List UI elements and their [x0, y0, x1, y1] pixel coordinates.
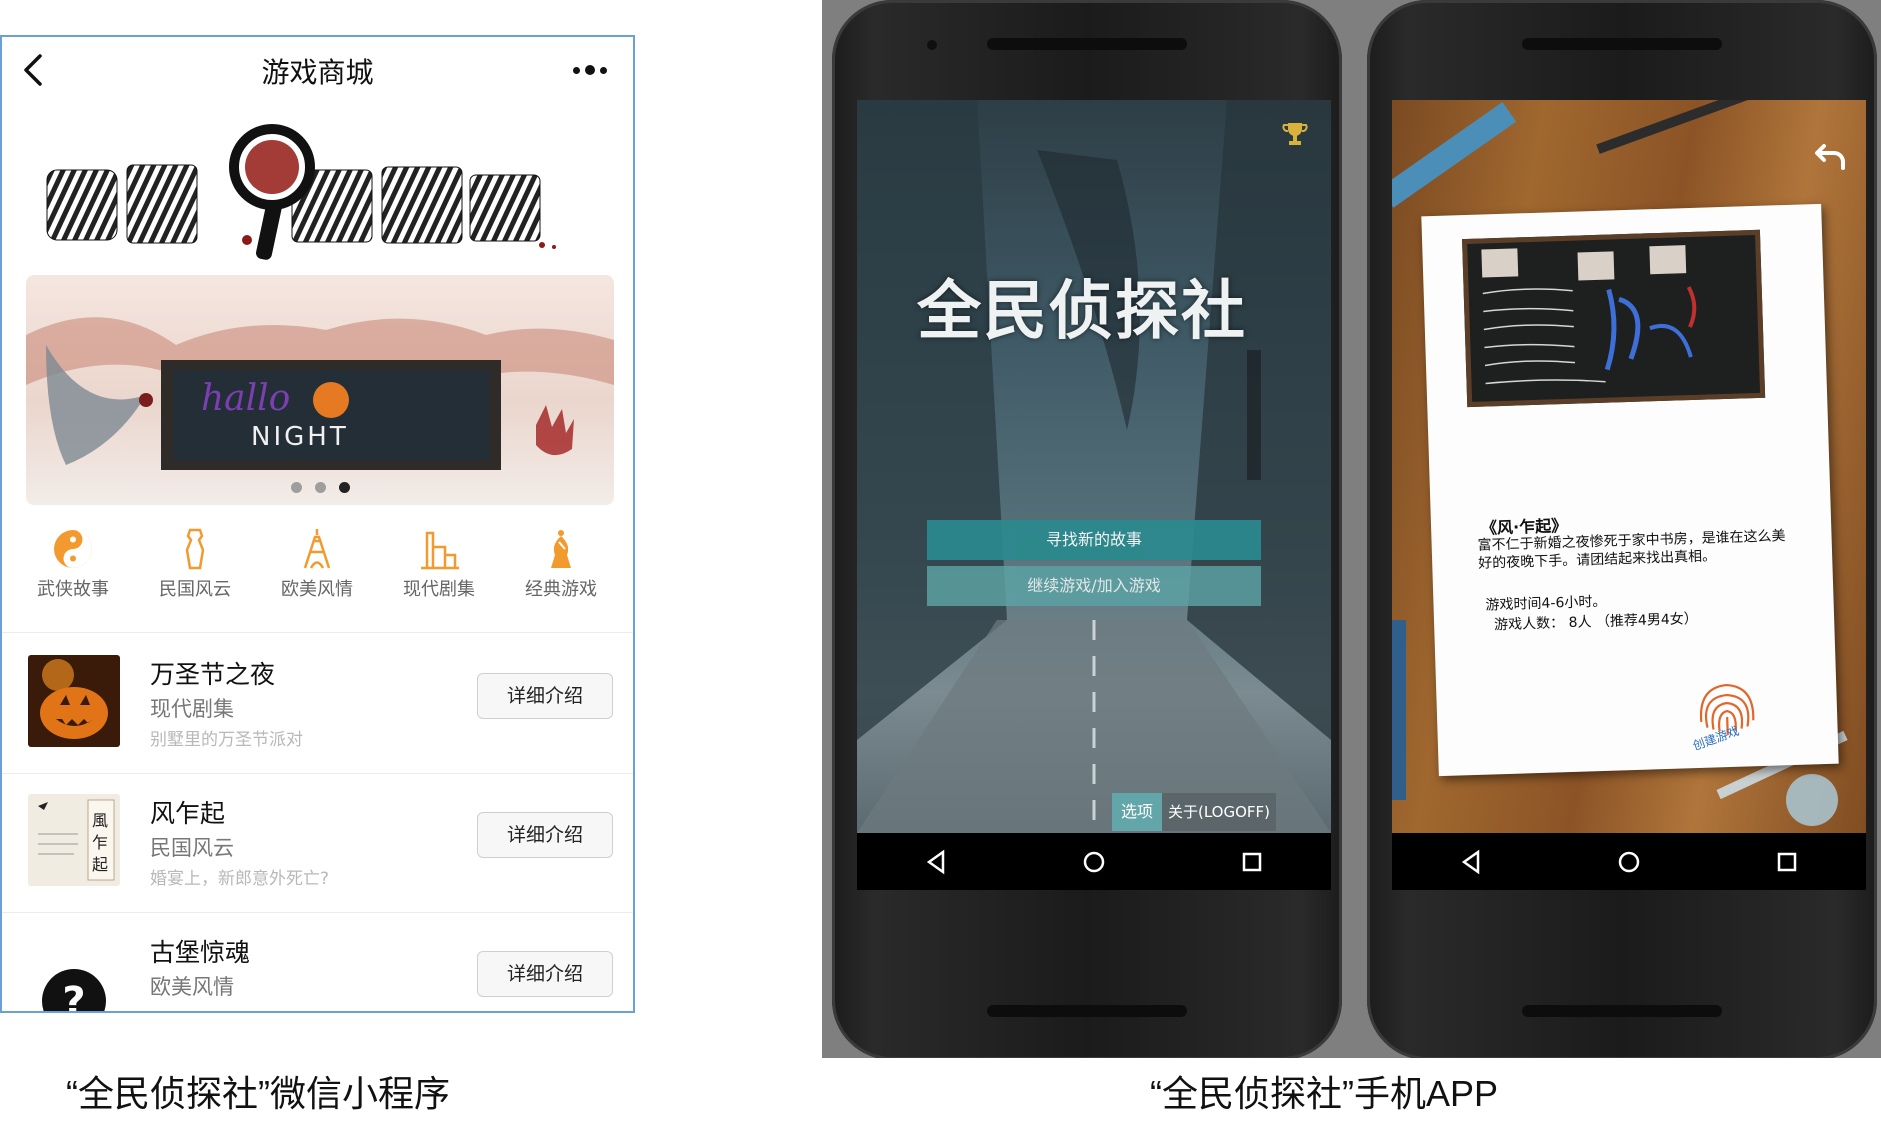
caption-wechat: “全民侦探社”微信小程序	[66, 1073, 450, 1114]
category-label: 欧美风情	[281, 579, 353, 600]
camera	[927, 40, 937, 50]
back-triangle-icon[interactable]	[1456, 847, 1486, 877]
recents-square-icon[interactable]	[1772, 847, 1802, 877]
game-name: 古堡惊魂	[150, 938, 251, 967]
halloween-banner-image: hallo NIGHT	[26, 317, 614, 470]
category-jingdian[interactable]: 经典游戏	[500, 527, 622, 617]
about-logoff-button[interactable]: 关于(LOGOFF)	[1162, 793, 1276, 831]
page-title: 游戏商城	[261, 56, 374, 89]
app-title: 全民侦探社	[917, 275, 1247, 349]
phone-story-screen: 《风·乍起》 富不仁于新婚之夜惨死于家中书房，是谁在这么美好的夜晚下手。请团结起…	[1367, 0, 1877, 1058]
speaker-bottom	[1522, 1005, 1722, 1017]
question-mark-thumbnail: ?	[28, 951, 120, 1013]
wechat-mini-program: 游戏商城 hallo NIGHT 武侠故事 民国风云 欧美风情 现代剧集 经典游…	[0, 35, 635, 1013]
app-main-screen: 全民侦探社 寻找新的故事 继续游戏/加入游戏 选项 关于(LOGOFF)	[857, 100, 1331, 890]
details-button[interactable]: 详细介绍	[477, 812, 613, 858]
details-button[interactable]: 详细介绍	[477, 673, 613, 719]
speaker-bottom	[987, 1005, 1187, 1017]
calligraphy-thumbnail: 風 乍 起	[28, 794, 120, 886]
options-button[interactable]: 选项	[1112, 793, 1162, 831]
phone-main-screen: 全民侦探社 寻找新的故事 继续游戏/加入游戏 选项 关于(LOGOFF)	[832, 0, 1342, 1058]
android-nav-bar	[1392, 833, 1866, 890]
detective-club-logo	[46, 124, 556, 260]
home-circle-icon[interactable]	[1079, 847, 1109, 877]
recents-square-icon[interactable]	[1237, 847, 1267, 877]
city-building-icon	[421, 531, 459, 570]
svg-text:NIGHT: NIGHT	[251, 422, 349, 452]
phone-app-panel: 全民侦探社 寻找新的故事 继续游戏/加入游戏 选项 关于(LOGOFF) 《风·…	[822, 0, 1881, 1058]
back-triangle-icon[interactable]	[921, 847, 951, 877]
home-circle-icon[interactable]	[1614, 847, 1644, 877]
continue-game-button[interactable]: 继续游戏/加入游戏	[927, 566, 1261, 606]
chalkboard-image	[1462, 229, 1766, 408]
divider	[2, 632, 633, 633]
undo-arrow-icon[interactable]	[1814, 138, 1848, 172]
yin-yang-icon	[54, 530, 92, 568]
options-bar: 选项 关于(LOGOFF)	[1112, 793, 1276, 831]
carousel-dot[interactable]	[314, 482, 326, 493]
list-item[interactable]: 万圣节之夜 现代剧集 别墅里的万圣节派对 详细介绍	[2, 635, 633, 773]
city-street-background	[857, 100, 1331, 833]
carousel-dot-active[interactable]	[338, 482, 350, 493]
category-wuxia[interactable]: 武侠故事	[12, 527, 134, 617]
category-label: 经典游戏	[525, 579, 597, 600]
game-name: 万圣节之夜	[150, 660, 276, 689]
svg-text:?: ?	[62, 979, 85, 1013]
svg-text:風: 風	[92, 811, 108, 830]
game-category: 欧美风情	[150, 975, 234, 999]
speaker-top	[987, 38, 1187, 50]
app-story-screen: 《风·乍起》 富不仁于新婚之夜惨死于家中书房，是谁在这么美好的夜晚下手。请团结起…	[1392, 100, 1866, 890]
pumpkin-thumbnail	[28, 655, 120, 747]
more-dots-icon[interactable]	[573, 65, 607, 75]
qipao-dress-icon	[185, 528, 205, 570]
svg-text:hallo: hallo	[201, 378, 290, 419]
game-category: 现代剧集	[150, 697, 234, 721]
game-name: 风乍起	[150, 799, 226, 828]
list-item[interactable]: 風 乍 起 风乍起 民国风云 婚宴上，新郎意外死亡? 详细介绍	[2, 774, 633, 912]
banner-carousel[interactable]: hallo NIGHT	[26, 275, 614, 505]
game-desc: 婚宴上，新郎意外死亡?	[150, 869, 330, 889]
carousel-dot[interactable]	[290, 482, 302, 493]
new-story-button[interactable]: 寻找新的故事	[927, 520, 1261, 560]
details-button[interactable]: 详细介绍	[477, 951, 613, 997]
story-card: 《风·乍起》 富不仁于新婚之夜惨死于家中书房，是谁在这么美好的夜晚下手。请团结起…	[1421, 203, 1839, 777]
speaker-top	[1522, 38, 1722, 50]
category-xiandai[interactable]: 现代剧集	[378, 527, 500, 617]
bishop-piece-icon	[551, 530, 571, 568]
category-label: 民国风云	[159, 579, 231, 600]
category-label: 武侠故事	[37, 579, 109, 600]
carousel-dots	[26, 482, 614, 493]
category-oumei[interactable]: 欧美风情	[256, 527, 378, 617]
category-minguo[interactable]: 民国风云	[134, 527, 256, 617]
svg-text:起: 起	[92, 855, 108, 874]
category-label: 现代剧集	[403, 579, 475, 600]
category-bar: 武侠故事 民国风云 欧美风情 现代剧集 经典游戏	[12, 527, 622, 617]
nav-bar: 游戏商城	[2, 37, 633, 105]
game-category: 民国风云	[150, 836, 234, 860]
eiffel-tower-icon	[303, 529, 331, 569]
android-nav-bar	[857, 833, 1331, 890]
trophy-icon[interactable]	[1281, 120, 1309, 148]
caption-app: “全民侦探社”手机APP	[1150, 1073, 1499, 1114]
svg-text:乍: 乍	[92, 833, 108, 852]
list-item[interactable]: ? 古堡惊魂 欧美风情 详细介绍	[2, 913, 633, 1013]
game-desc: 别墅里的万圣节派对	[150, 730, 303, 750]
